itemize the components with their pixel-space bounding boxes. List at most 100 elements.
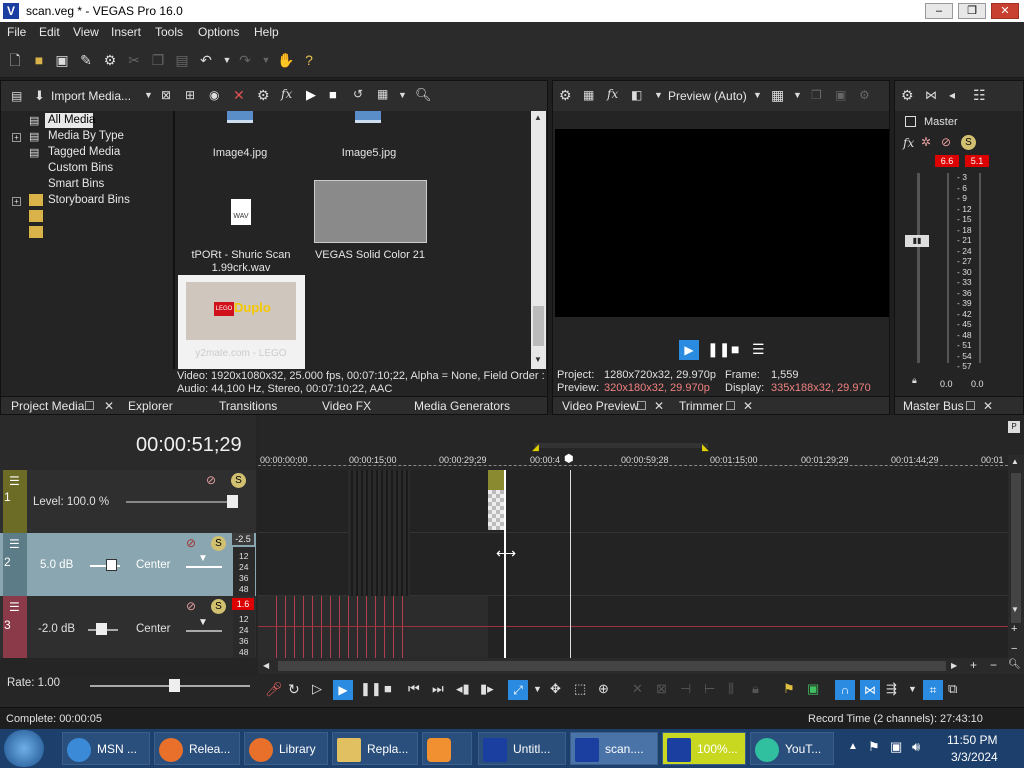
timeline-ruler[interactable]: ◢ ◣ 00:00:00;00 00:00:15;00 00:00:29;29 … <box>258 415 1024 470</box>
get-media-icon[interactable]: ⊞ <box>185 88 195 102</box>
marker-pin-icon[interactable]: P <box>1008 421 1020 433</box>
import-dropdown-icon[interactable]: ▼ <box>144 90 153 100</box>
rate-handle[interactable] <box>169 679 180 692</box>
copy-icon[interactable]: ❐ <box>149 51 167 69</box>
tab-video-preview-close-icon[interactable]: ✕ <box>654 399 664 413</box>
tree-item-custom-bins[interactable]: Custom Bins <box>48 162 113 174</box>
tree-item-all-media[interactable]: All Media <box>48 114 95 126</box>
import-media-icon[interactable]: ⬇ <box>34 88 45 104</box>
timeline-hscroll[interactable]: ◀ ▶ + − 🔍︎ <box>258 658 1024 674</box>
insert-region-icon[interactable]: ▣ <box>807 681 819 697</box>
master-checkbox[interactable] <box>905 116 916 127</box>
play-media-icon[interactable]: ▶ <box>306 87 316 103</box>
media-views-icon[interactable]: ▤ <box>11 89 22 103</box>
tree-item-tagged-media[interactable]: Tagged Media <box>48 146 120 158</box>
preview-play-button[interactable]: ▶ <box>679 340 699 360</box>
insert-marker-icon[interactable]: ⚑ <box>783 681 795 697</box>
enable-snapping-icon[interactable]: ✋ <box>277 51 295 69</box>
track-3-mute-icon[interactable]: ⊘ <box>186 599 196 613</box>
image5-thumbnail[interactable] <box>355 111 381 123</box>
remove-media-icon[interactable]: ✕ <box>233 87 245 104</box>
master-properties-gear-icon[interactable]: ⚙ <box>901 87 914 104</box>
task-media-player[interactable] <box>422 732 472 765</box>
mixer-sliders-icon[interactable]: ☷ <box>973 87 986 104</box>
split-icon[interactable]: ⫼ <box>728 681 734 697</box>
preview-quality-select[interactable]: Preview (Auto) <box>668 89 747 103</box>
vscroll-down-icon[interactable]: ▼ <box>1011 605 1019 614</box>
zoom-edit-tool-icon[interactable]: ⊕ <box>598 681 609 697</box>
close-button[interactable]: ✕ <box>991 3 1019 19</box>
playhead-marker-icon[interactable]: ⬢ <box>564 452 574 465</box>
redo-dropdown-icon[interactable]: ▼ <box>257 51 275 69</box>
split-dropdown-icon[interactable]: ▼ <box>654 90 663 100</box>
tab-project-media-undock-icon[interactable]: ☐ <box>84 399 95 413</box>
media-scroll-thumb[interactable] <box>533 306 544 346</box>
track-3-solo-icon[interactable]: S <box>211 599 226 614</box>
save-snapshot-icon[interactable]: ▣ <box>835 88 846 102</box>
start-button[interactable] <box>4 730 44 767</box>
task-youtube[interactable]: YouT... <box>750 732 834 765</box>
zoom-out-horizontal-icon[interactable]: − <box>990 658 997 672</box>
track-3-pan-handle-icon[interactable]: ▼ <box>198 617 208 628</box>
master-solo-icon[interactable]: S <box>961 135 976 150</box>
tab-project-media[interactable]: Project Media <box>11 399 84 413</box>
scroll-down-icon[interactable]: ▼ <box>534 355 542 364</box>
save-as-icon[interactable]: ✎ <box>77 51 95 69</box>
tab-master-bus-undock-icon[interactable]: ☐ <box>965 399 976 413</box>
auto-ripple-icon[interactable]: ⇶ <box>886 681 897 697</box>
preview-screen[interactable] <box>555 129 889 317</box>
track-2-mute-icon[interactable]: ⊘ <box>186 536 196 550</box>
preview-settings-icon[interactable]: ⚙ <box>859 88 870 102</box>
edit-tool-dropdown-icon[interactable]: ▼ <box>533 684 542 694</box>
track-1-level-handle[interactable] <box>227 495 238 508</box>
preview-device-icon[interactable]: ▦ <box>583 88 594 102</box>
previous-frame-icon[interactable]: ◂▮ <box>456 681 470 697</box>
envelope-edit-tool-icon[interactable]: ✥ <box>550 681 561 697</box>
vscroll-up-icon[interactable]: ▲ <box>1011 457 1019 466</box>
track-3-volume-handle[interactable] <box>96 623 107 635</box>
selection-edit-tool-icon[interactable]: ⬚ <box>574 681 586 697</box>
tab-trimmer[interactable]: Trimmer <box>679 399 723 413</box>
record-icon[interactable]: 🎤︎ <box>265 681 283 698</box>
lock-envelopes-icon[interactable]: ⌗ <box>923 680 943 700</box>
tray-show-hidden-icon[interactable]: ▲ <box>848 741 858 752</box>
track-3-menu-icon[interactable]: ☰ <box>9 600 20 614</box>
cut-icon[interactable]: ✂ <box>125 51 143 69</box>
next-frame-icon[interactable]: ▮▸ <box>480 681 494 697</box>
search-media-icon[interactable]: 🔍︎ <box>415 87 432 103</box>
hscroll-left-icon[interactable]: ◀ <box>263 661 269 670</box>
expand-media-by-type-icon[interactable]: + <box>12 133 21 142</box>
tab-explorer[interactable]: Explorer <box>128 399 173 413</box>
track-1-menu-icon[interactable]: ☰ <box>9 474 20 488</box>
tray-time[interactable]: 11:50 PM <box>947 733 997 747</box>
track-2-pan-slider[interactable] <box>186 566 222 568</box>
tab-video-fx[interactable]: Video FX <box>322 399 371 413</box>
task-msn[interactable]: MSN ... <box>62 732 150 765</box>
tab-master-bus-close-icon[interactable]: ✕ <box>983 399 993 413</box>
task-explorer-replace[interactable]: Repla... <box>332 732 418 765</box>
media-fx-icon[interactable]: fx <box>281 87 292 101</box>
task-vegas-untitled[interactable]: Untitl... <box>478 732 566 765</box>
go-to-end-icon[interactable]: ⏭ <box>432 681 444 697</box>
downmix-icon[interactable]: ⋈ <box>925 88 937 102</box>
track-lanes[interactable]: ⟷ <box>258 470 1008 658</box>
overlays-dropdown-icon[interactable]: ▼ <box>793 90 802 100</box>
tab-video-preview[interactable]: Video Preview <box>562 399 639 413</box>
master-automation-icon[interactable]: ✲ <box>921 135 931 149</box>
save-icon[interactable]: ▣ <box>53 51 71 69</box>
video-event-scan[interactable] <box>348 470 410 596</box>
video-output-fx-icon[interactable]: fx <box>607 87 618 101</box>
preview-pause-button[interactable]: ❚❚ <box>707 341 730 358</box>
menu-file[interactable]: File <box>7 25 26 39</box>
stop-button[interactable]: ■ <box>384 681 392 696</box>
loop-start-marker-icon[interactable]: ◢ <box>532 442 539 453</box>
trim-end-icon[interactable]: ⊢ <box>704 681 715 697</box>
preview-stop-button[interactable]: ■ <box>731 341 739 357</box>
auto-preview-icon[interactable]: ↺ <box>353 87 363 101</box>
loop-end-marker-icon[interactable]: ◣ <box>702 442 709 453</box>
zoom-tool-icon[interactable]: 🔍︎ <box>1008 659 1021 670</box>
go-to-start-icon[interactable]: ⏮ <box>408 681 420 697</box>
dim-output-icon[interactable]: ◂ <box>949 88 955 102</box>
lock-icon[interactable]: 🔒︎ <box>752 681 759 697</box>
menu-edit[interactable]: Edit <box>39 25 60 39</box>
